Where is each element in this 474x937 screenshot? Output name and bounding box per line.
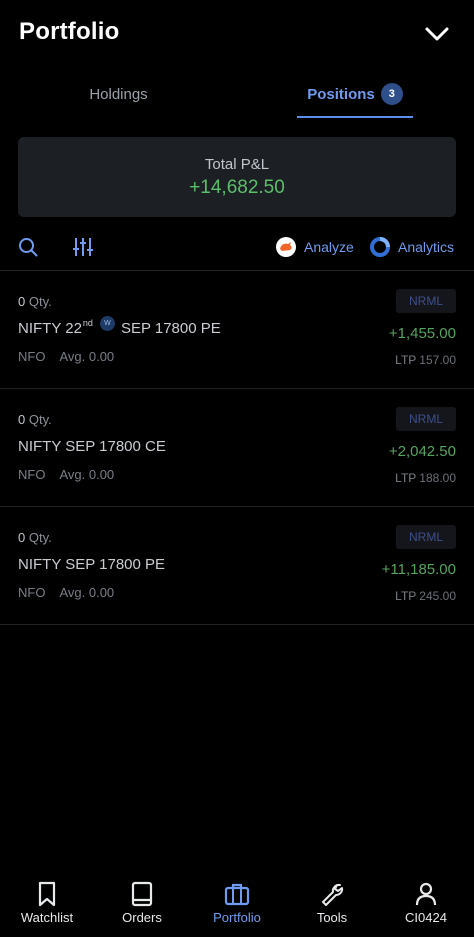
user-icon (415, 882, 437, 906)
filter-sliders-icon[interactable] (72, 236, 94, 258)
product-badge: NRML (396, 289, 456, 313)
position-row[interactable]: 0 Qty. NIFTY SEP 17800 PE NFO Avg. 0.00 N… (0, 507, 474, 625)
nav-portfolio-label: Portfolio (213, 910, 261, 925)
tab-positions-label: Positions (307, 85, 375, 103)
app-root: Portfolio Holdings Positions 3 Total P&L… (0, 0, 474, 937)
position-pnl: +2,042.50 (388, 443, 456, 460)
book-icon (131, 881, 153, 907)
product-badge: NRML (396, 407, 456, 431)
nav-watchlist-label: Watchlist (20, 910, 74, 925)
chevron-down-icon[interactable] (422, 22, 452, 46)
qty-suffix: Qty. (25, 530, 52, 545)
position-qty: 0 Qty. (18, 294, 52, 309)
nav-tools[interactable]: Tools (287, 880, 377, 925)
weekly-expiry-badge: W (99, 316, 115, 331)
analytics-ring-icon (370, 237, 390, 257)
positions-toolbar: Analyze Analytics (0, 228, 474, 266)
analyze-button[interactable]: Analyze (276, 234, 354, 260)
analytics-label: Analytics (398, 239, 455, 255)
active-tab-indicator (297, 116, 413, 118)
page-title: Portfolio (19, 18, 120, 45)
positions-list: 0 Qty. NIFTY 22nd W SEP 17800 PE NFO Avg.… (0, 271, 474, 625)
analyze-label: Analyze (304, 239, 354, 255)
avg-value: 0.00 (88, 585, 115, 600)
position-exchange-avg: NFO Avg. 0.00 (18, 349, 114, 364)
nav-watchlist[interactable]: Watchlist (2, 880, 92, 925)
nav-orders-label: Orders (122, 910, 162, 925)
position-exchange-avg: NFO Avg. 0.00 (18, 467, 114, 482)
avg-value: 0.00 (88, 467, 115, 482)
position-ltp: LTP 245.00 (395, 589, 456, 603)
instrument-name: NIFTY 22nd W SEP 17800 PE (18, 316, 221, 337)
bottom-navigation: Watchlist Orders Portfolio Tools CI0424 (0, 868, 474, 937)
positions-count-badge: 3 (380, 83, 403, 105)
instrument-name-suffix: SEP 17800 PE (120, 320, 221, 337)
ltp-label: LTP (395, 471, 417, 485)
ltp-value: 245.00 (419, 589, 456, 603)
exchange: NFO (18, 467, 46, 482)
exchange: NFO (18, 349, 46, 364)
position-qty: 0 Qty. (18, 530, 52, 545)
position-pnl: +11,185.00 (381, 561, 456, 578)
position-ltp: LTP 188.00 (395, 471, 456, 485)
exchange: NFO (18, 585, 46, 600)
position-row[interactable]: 0 Qty. NIFTY 22nd W SEP 17800 PE NFO Avg.… (0, 271, 474, 389)
sensibull-analyze-icon (276, 237, 296, 257)
instrument-name: NIFTY SEP 17800 PE (18, 556, 166, 573)
nav-profile[interactable]: CI0424 (381, 880, 471, 925)
tab-holdings[interactable]: Holdings (0, 68, 237, 120)
avg-label: Avg. (59, 585, 86, 600)
instrument-name-prefix: NIFTY 22 (18, 320, 82, 337)
total-pnl-card: Total P&L +14,682.50 (18, 137, 456, 217)
analytics-button[interactable]: Analytics (370, 234, 454, 260)
tab-positions[interactable]: Positions 3 (297, 68, 413, 120)
position-ltp: LTP 157.00 (395, 353, 456, 367)
nav-orders[interactable]: Orders (97, 880, 187, 925)
position-pnl: +1,455.00 (388, 325, 456, 342)
wrench-icon (322, 883, 344, 906)
instrument-name: NIFTY SEP 17800 CE (18, 438, 166, 455)
total-pnl-value: +14,682.50 (189, 177, 285, 198)
ltp-value: 157.00 (419, 353, 456, 367)
product-badge: NRML (396, 525, 456, 549)
nav-profile-label: CI0424 (405, 910, 447, 925)
tab-holdings-label: Holdings (89, 85, 148, 103)
search-icon[interactable] (17, 236, 39, 258)
ltp-value: 188.00 (419, 471, 456, 485)
position-row[interactable]: 0 Qty. NIFTY SEP 17800 CE NFO Avg. 0.00 N… (0, 389, 474, 507)
ltp-label: LTP (395, 353, 417, 367)
header: Portfolio (0, 0, 474, 68)
briefcase-icon (224, 883, 250, 906)
qty-suffix: Qty. (25, 294, 52, 309)
position-qty: 0 Qty. (18, 412, 52, 427)
bookmark-icon (38, 881, 56, 907)
nav-tools-label: Tools (316, 910, 348, 925)
position-exchange-avg: NFO Avg. 0.00 (18, 585, 114, 600)
nav-portfolio[interactable]: Portfolio (192, 880, 282, 925)
instrument-name-sup: nd (82, 318, 93, 328)
ltp-label: LTP (395, 589, 417, 603)
portfolio-tabs: Holdings Positions 3 (0, 68, 474, 120)
total-pnl-label: Total P&L (204, 156, 270, 173)
avg-label: Avg. (59, 467, 86, 482)
avg-label: Avg. (59, 349, 86, 364)
avg-value: 0.00 (88, 349, 115, 364)
qty-suffix: Qty. (25, 412, 52, 427)
